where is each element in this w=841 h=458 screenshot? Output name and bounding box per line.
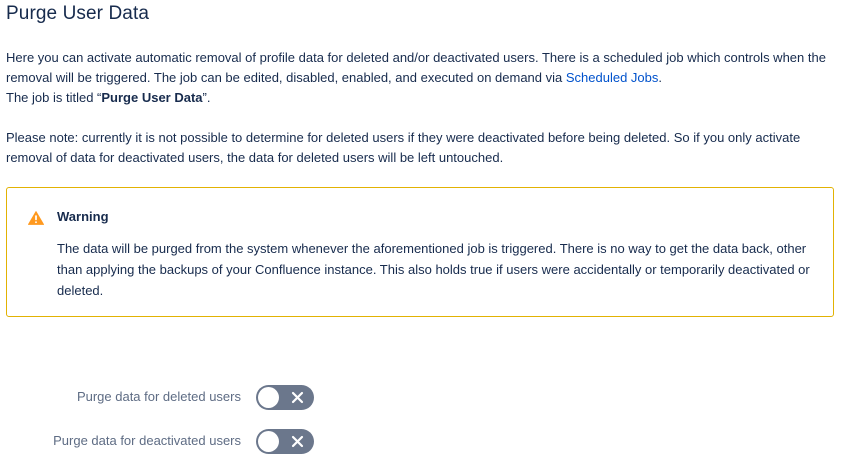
page-title: Purge User Data <box>6 3 150 24</box>
warning-panel: Warning The data will be purged from the… <box>6 187 834 317</box>
job-title-prefix: The job is titled “ <box>6 90 102 105</box>
toggle-label-deleted-users: Purge data for deleted users <box>76 389 241 404</box>
scheduled-jobs-link[interactable]: Scheduled Jobs <box>566 70 659 85</box>
warning-icon <box>28 211 44 225</box>
warning-title: Warning <box>57 209 109 224</box>
toggle-knob <box>258 431 279 452</box>
note-paragraph: Please note: currently it is not possibl… <box>6 130 801 165</box>
job-title: Purge User Data <box>101 90 203 105</box>
intro-text-end: . <box>658 70 662 85</box>
purge-deleted-users-toggle[interactable] <box>256 385 314 410</box>
job-title-suffix: ”. <box>202 90 211 105</box>
toggle-knob <box>258 387 279 408</box>
purge-deactivated-users-toggle[interactable] <box>256 429 314 454</box>
close-icon <box>291 391 304 404</box>
purge-user-data-page: Purge User Data Here you can activate au… <box>0 0 841 458</box>
toggle-label-deactivated-users: Purge data for deactivated users <box>53 433 241 448</box>
intro-text: Here you can activate automatic removal … <box>6 50 826 85</box>
toggle-row-deleted-users: Purge data for deleted users <box>0 385 330 411</box>
close-icon <box>291 435 304 448</box>
toggle-row-deactivated-users: Purge data for deactivated users <box>0 429 330 455</box>
warning-body: The data will be purged from the system … <box>57 241 810 298</box>
intro-paragraph: Here you can activate automatic removal … <box>6 48 836 108</box>
